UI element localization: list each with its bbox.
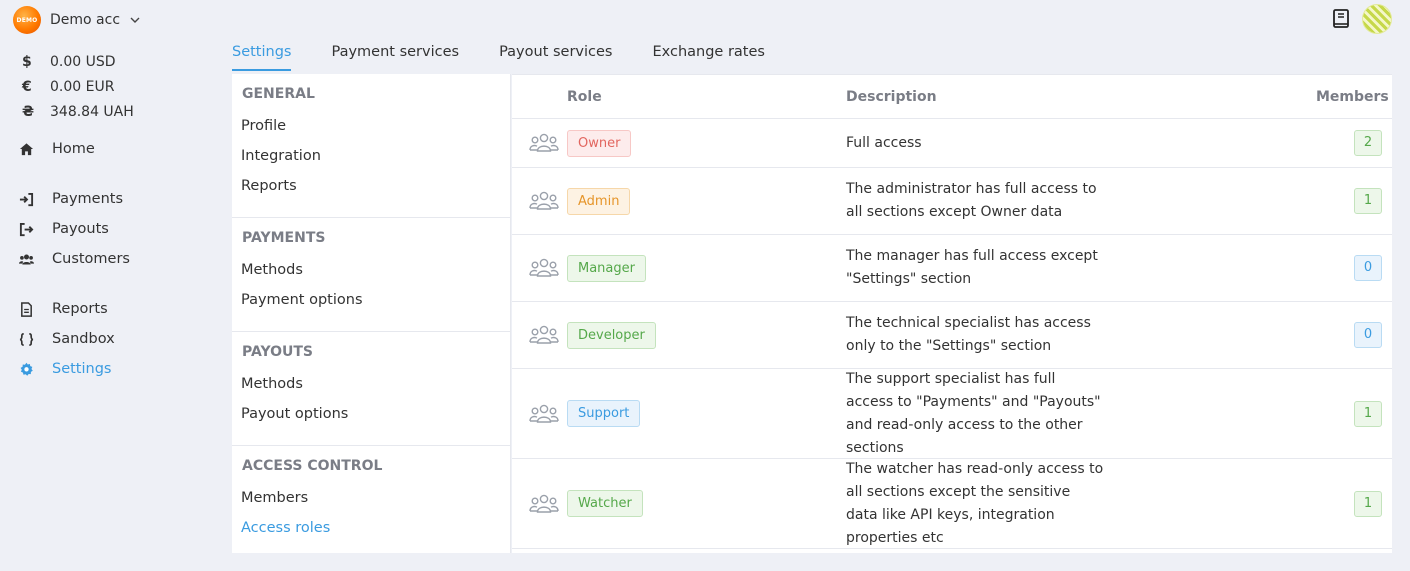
euro-icon: € bbox=[22, 78, 32, 95]
user-group-icon bbox=[528, 404, 559, 423]
menu-section-payouts: PAYOUTS Methods Payout options bbox=[232, 332, 510, 446]
avatar-icon[interactable] bbox=[1362, 4, 1392, 34]
sidebar-item-label: Reports bbox=[52, 301, 108, 317]
sidebar-item-payouts[interactable]: Payouts bbox=[19, 217, 109, 241]
user-group-icon bbox=[528, 258, 559, 277]
table-row[interactable]: Watcher The watcher has read-only access… bbox=[512, 459, 1392, 549]
role-badge-owner: Owner bbox=[567, 129, 632, 157]
menu-section-general: GENERAL Profile Integration Reports bbox=[232, 74, 510, 218]
role-badge-support: Support bbox=[567, 400, 641, 427]
account-name: Demo acc bbox=[50, 12, 121, 28]
menu-section-access-control: ACCESS CONTROL Members Access roles bbox=[232, 446, 510, 559]
tab-settings[interactable]: Settings bbox=[232, 44, 292, 71]
balance-value: 0.00 EUR bbox=[50, 78, 115, 95]
column-header-members: Members bbox=[1316, 88, 1389, 105]
sidebar-item-label: Customers bbox=[52, 251, 130, 267]
home-icon bbox=[19, 142, 34, 155]
user-group-icon bbox=[528, 325, 559, 344]
code-braces-icon bbox=[19, 332, 34, 346]
settings-tabs: Settings Payment services Payout service… bbox=[232, 44, 765, 71]
balance-uah: ₴ 348.84 UAH bbox=[20, 99, 134, 124]
menu-heading: PAYMENTS bbox=[242, 230, 326, 246]
menu-link-profile[interactable]: Profile bbox=[232, 118, 510, 148]
user-group-icon bbox=[528, 133, 559, 152]
menu-link-payout-options[interactable]: Payout options bbox=[232, 406, 510, 436]
column-header-role: Role bbox=[567, 88, 602, 105]
gear-icon bbox=[20, 362, 33, 376]
role-description: The support specialist has full access t… bbox=[846, 370, 1101, 456]
tab-exchange-rates[interactable]: Exchange rates bbox=[653, 44, 765, 71]
table-row[interactable]: Admin The administrator has full access … bbox=[512, 168, 1392, 235]
menu-section-payments: PAYMENTS Methods Payment options bbox=[232, 218, 510, 332]
balance-value: 348.84 UAH bbox=[50, 103, 134, 120]
members-count: 2 bbox=[1354, 130, 1382, 156]
users-icon bbox=[19, 254, 34, 264]
tab-payout-services[interactable]: Payout services bbox=[499, 44, 612, 71]
role-badge-watcher: Watcher bbox=[567, 490, 643, 517]
sign-in-icon bbox=[19, 192, 34, 206]
table-row[interactable]: Manager The manager has full access exce… bbox=[512, 235, 1392, 302]
role-description: The technical specialist has access only… bbox=[846, 315, 1091, 354]
menu-link-members[interactable]: Members bbox=[232, 490, 510, 520]
column-header-description: Description bbox=[846, 88, 937, 105]
members-count: 1 bbox=[1354, 490, 1382, 517]
table-row[interactable]: Developer The technical specialist has a… bbox=[512, 302, 1392, 369]
sidebar-item-customers[interactable]: Customers bbox=[19, 247, 130, 271]
sidebar-item-reports[interactable]: Reports bbox=[19, 297, 108, 321]
settings-menu: GENERAL Profile Integration Reports PAYM… bbox=[232, 74, 511, 553]
table-header: Role Description Members bbox=[512, 75, 1392, 119]
menu-link-access-roles[interactable]: Access roles bbox=[232, 520, 510, 550]
sidebar-item-label: Payouts bbox=[52, 221, 109, 237]
role-description: The watcher has read-only access to all … bbox=[846, 460, 1104, 546]
dollar-icon: $ bbox=[22, 53, 32, 70]
menu-heading: GENERAL bbox=[242, 86, 315, 102]
sidebar-item-label: Sandbox bbox=[52, 331, 115, 347]
balance-value: 0.00 USD bbox=[50, 53, 116, 70]
sidebar-item-label: Payments bbox=[52, 191, 124, 207]
file-text-icon bbox=[21, 301, 32, 317]
chevron-down-icon bbox=[130, 17, 140, 23]
role-description: The manager has full access except "Sett… bbox=[846, 248, 1098, 287]
sidebar-item-home[interactable]: Home bbox=[19, 137, 95, 161]
balance-usd: $ 0.00 USD bbox=[20, 49, 134, 74]
table-row[interactable]: Support The support specialist has full … bbox=[512, 369, 1392, 459]
sidebar-item-label: Settings bbox=[52, 361, 112, 377]
members-count: 1 bbox=[1354, 400, 1382, 427]
menu-link-payment-methods[interactable]: Methods bbox=[232, 262, 510, 292]
table-row[interactable]: Owner Full access 2 bbox=[512, 119, 1392, 168]
book-icon[interactable] bbox=[1330, 8, 1352, 30]
role-badge-manager: Manager bbox=[567, 254, 646, 282]
menu-link-integration[interactable]: Integration bbox=[232, 148, 510, 178]
role-description: The administrator has full access to all… bbox=[846, 181, 1097, 220]
sidebar-item-payments[interactable]: Payments bbox=[19, 187, 123, 211]
user-group-icon bbox=[528, 191, 559, 210]
user-group-icon bbox=[528, 494, 559, 513]
sidebar-item-settings[interactable]: Settings bbox=[19, 357, 111, 381]
members-count: 0 bbox=[1354, 255, 1382, 281]
access-roles-table: Role Description Members Owner Full acce… bbox=[512, 74, 1392, 553]
balances-list: $ 0.00 USD € 0.00 EUR ₴ 348.84 UAH bbox=[20, 49, 134, 124]
members-count: 1 bbox=[1354, 188, 1382, 214]
menu-link-payment-options[interactable]: Payment options bbox=[232, 292, 510, 322]
balance-eur: € 0.00 EUR bbox=[20, 74, 134, 99]
hryvnia-icon: ₴ bbox=[22, 103, 35, 120]
menu-link-reports[interactable]: Reports bbox=[232, 178, 510, 208]
demo-logo-icon: DEMO bbox=[13, 6, 41, 34]
tab-payment-services[interactable]: Payment services bbox=[331, 44, 459, 71]
sidebar-item-label: Home bbox=[52, 141, 95, 157]
menu-link-payout-methods[interactable]: Methods bbox=[232, 376, 510, 406]
sign-out-icon bbox=[19, 222, 34, 236]
role-badge-developer: Developer bbox=[567, 321, 656, 349]
header-actions bbox=[1330, 4, 1392, 34]
account-switcher[interactable]: DEMO Demo acc bbox=[13, 6, 141, 34]
sidebar-item-sandbox[interactable]: Sandbox bbox=[19, 327, 115, 351]
role-badge-admin: Admin bbox=[567, 187, 631, 215]
members-count: 0 bbox=[1354, 322, 1382, 348]
menu-heading: PAYOUTS bbox=[242, 344, 314, 360]
role-description: Full access bbox=[846, 134, 922, 151]
menu-heading: ACCESS CONTROL bbox=[242, 458, 383, 474]
